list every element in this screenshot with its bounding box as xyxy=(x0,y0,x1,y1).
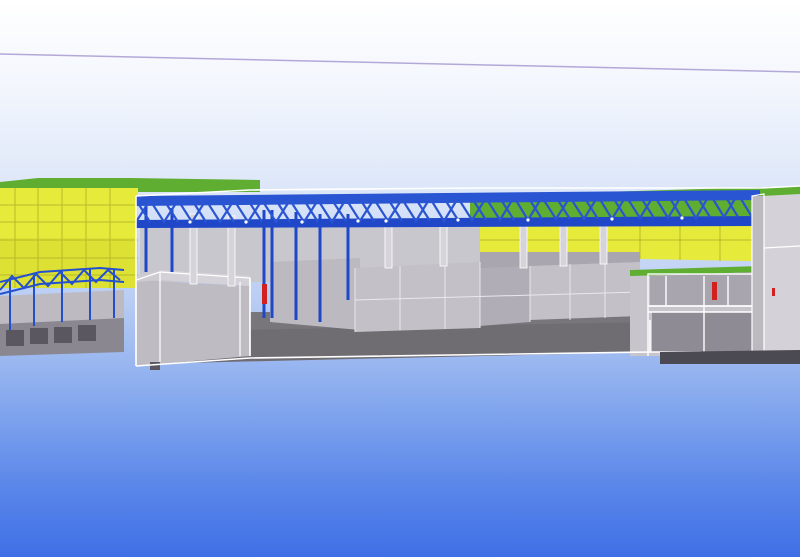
red-door-marker xyxy=(262,284,267,304)
left-wing-wall-upper xyxy=(0,188,138,240)
3d-model-viewport[interactable] xyxy=(0,0,800,557)
building-section-view xyxy=(0,53,800,370)
axis-guide-line xyxy=(0,53,800,73)
